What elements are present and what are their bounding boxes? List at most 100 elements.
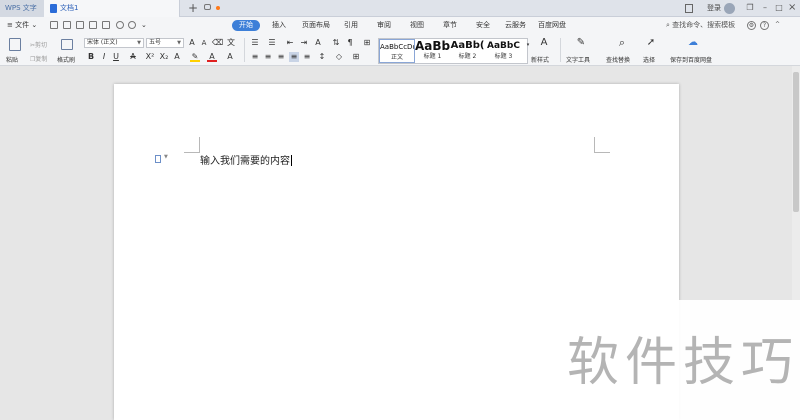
select-cursor-icon[interactable]: ➚ <box>646 38 656 48</box>
watermark: 软件技巧 <box>567 333 800 393</box>
app-tab-wps[interactable]: WPS 文字 <box>0 0 44 17</box>
tab-view[interactable]: 视图 <box>410 20 424 31</box>
tab-security[interactable]: 安全 <box>476 20 490 31</box>
subscript-icon[interactable]: X₂ <box>159 52 169 62</box>
command-search[interactable]: ⌕ 查找命令、搜索模板 <box>666 17 735 34</box>
layout-icon[interactable] <box>685 4 693 13</box>
paste-icon[interactable] <box>9 38 21 51</box>
find-replace-icon[interactable]: ⌕ <box>617 37 627 48</box>
tab-chapter[interactable]: 章节 <box>443 20 457 31</box>
font-color-icon[interactable]: A <box>207 52 217 62</box>
undo-icon[interactable] <box>116 21 124 29</box>
shrink-font-icon[interactable]: A <box>199 38 209 48</box>
sort-icon[interactable]: ⇅ <box>331 38 341 48</box>
cut-button[interactable]: ✂剪切 <box>30 40 47 49</box>
shading-icon[interactable]: ◇ <box>334 52 344 62</box>
document-content: 输入我们需要的内容 <box>200 156 290 167</box>
new-style-icon[interactable]: A <box>539 38 549 48</box>
underline-icon[interactable]: U <box>111 52 121 62</box>
file-menu[interactable]: ≡ 文件 ⌄ <box>7 17 37 34</box>
font-name-select[interactable]: 宋体 (正文) ▼ <box>84 38 144 48</box>
tab-page-layout[interactable]: 页面布局 <box>302 20 330 31</box>
paragraph-handle-icon[interactable] <box>155 155 161 163</box>
redo-icon[interactable] <box>128 21 136 29</box>
distributed-align-icon[interactable]: ≡ <box>302 52 312 62</box>
find-replace-button[interactable]: 查找替换 <box>606 55 630 64</box>
bullet-list-icon[interactable]: ☰ <box>250 38 260 48</box>
settings-icon[interactable]: ⚙ <box>747 21 756 30</box>
comment-icon[interactable] <box>204 4 211 10</box>
scrollbar-thumb[interactable] <box>793 72 799 212</box>
bold-icon[interactable]: B <box>86 52 96 62</box>
styles-scroll-icon[interactable]: ▾ <box>523 40 533 50</box>
style-normal[interactable]: AaBbCcDd 正文 <box>379 39 415 63</box>
save-icon[interactable] <box>63 21 71 29</box>
export-pdf-icon[interactable] <box>76 21 84 29</box>
show-marks-icon[interactable]: ¶ <box>345 38 355 48</box>
save-baidu-button[interactable]: 保存到百度网盘 <box>670 55 712 64</box>
title-bar: WPS 文字 文档1 + 登录 ❐ – □ × <box>0 0 800 17</box>
highlight-icon[interactable]: ✎ <box>190 52 200 62</box>
pinyin-guide-icon[interactable]: 文 <box>226 38 236 48</box>
italic-icon[interactable]: I <box>99 52 109 62</box>
align-center-icon[interactable]: ≡ <box>263 52 273 62</box>
select-button[interactable]: 选择 <box>643 55 655 64</box>
decrease-indent-icon[interactable]: ⇤ <box>285 38 295 48</box>
superscript-icon[interactable]: X² <box>145 52 155 62</box>
ribbon-divider <box>244 38 245 62</box>
chevron-down-icon: ▼ <box>177 40 181 46</box>
style-heading-3[interactable]: AaBbC 标题 3 <box>485 39 522 63</box>
paste-button[interactable]: 粘贴 <box>6 55 18 64</box>
line-spacing-icon[interactable]: ↕ <box>317 52 327 62</box>
unsaved-dot <box>216 6 220 10</box>
grow-font-icon[interactable]: A <box>187 38 197 48</box>
chinese-layout-icon[interactable]: A <box>313 38 323 48</box>
text-effect-icon[interactable]: A <box>172 52 182 62</box>
justify-icon[interactable]: ≡ <box>289 52 299 62</box>
document-text[interactable]: 输入我们需要的内容 <box>200 152 292 167</box>
minimize-icon[interactable]: – <box>761 4 769 12</box>
margin-marker <box>594 137 610 153</box>
format-painter-icon[interactable] <box>61 39 73 50</box>
tab-home[interactable]: 开始 <box>232 20 260 31</box>
document-tab[interactable]: 文档1 <box>44 0 220 17</box>
print-preview-icon[interactable] <box>102 21 110 29</box>
help-icon[interactable]: ? <box>760 21 769 30</box>
tab-cloud-service[interactable]: 云服务 <box>505 20 526 31</box>
login-button[interactable]: 登录 <box>707 0 721 17</box>
tab-insert[interactable]: 插入 <box>272 20 286 31</box>
format-painter-button[interactable]: 格式刷 <box>57 55 75 64</box>
align-left-icon[interactable]: ≡ <box>250 52 260 62</box>
restore-icon[interactable]: ❐ <box>746 4 754 12</box>
close-icon[interactable]: × <box>788 3 796 13</box>
style-heading-1[interactable]: AaBb 标题 1 <box>415 39 450 63</box>
tab-baidu-netdisk[interactable]: 百度网盘 <box>538 20 566 31</box>
avatar[interactable] <box>724 3 735 14</box>
new-style-button[interactable]: 新样式 <box>531 55 549 64</box>
tab-references[interactable]: 引用 <box>344 20 358 31</box>
numbered-list-icon[interactable]: ☰ <box>267 38 277 48</box>
command-search-label: 查找命令、搜索模板 <box>672 21 736 29</box>
align-right-icon[interactable]: ≡ <box>276 52 286 62</box>
ribbon-divider <box>560 38 561 62</box>
tab-review[interactable]: 审阅 <box>377 20 391 31</box>
char-shading-icon[interactable]: A <box>225 52 235 62</box>
font-size-select[interactable]: 五号 ▼ <box>146 38 184 48</box>
borders-icon[interactable]: ⊞ <box>351 52 361 62</box>
new-tab-button[interactable]: + <box>188 0 198 16</box>
copy-button[interactable]: ❐复制 <box>30 54 47 63</box>
print-icon[interactable] <box>89 21 97 29</box>
strikethrough-icon[interactable]: A <box>128 52 138 62</box>
style-heading-2[interactable]: AaBb( 标题 2 <box>450 39 485 63</box>
text-tools-icon[interactable]: ✎ <box>576 38 586 48</box>
chevron-down-icon[interactable]: ▼ <box>164 154 168 160</box>
maximize-icon[interactable]: □ <box>775 4 783 12</box>
more-quick-access-icon[interactable]: ⌄ <box>141 21 149 29</box>
collapse-ribbon-icon[interactable]: ^ <box>773 21 782 30</box>
increase-indent-icon[interactable]: ⇥ <box>299 38 309 48</box>
clear-format-icon[interactable]: ⌫ <box>212 38 223 48</box>
text-tools-button[interactable]: 文字工具 <box>566 55 590 64</box>
open-icon[interactable] <box>50 21 58 29</box>
baidu-cloud-icon[interactable]: ☁ <box>688 38 698 48</box>
table-icon[interactable]: ⊞ <box>362 38 372 48</box>
